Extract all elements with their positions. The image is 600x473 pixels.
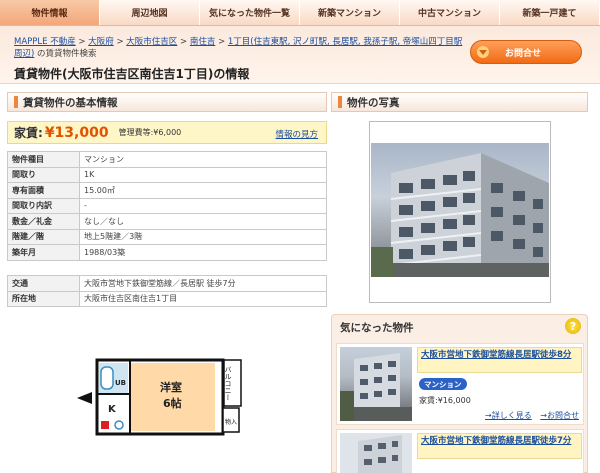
favorite-detail-link[interactable]: →詳しく見る — [485, 411, 532, 420]
spec-key: 間取り内訳 — [7, 197, 80, 214]
kitchen-label: K — [108, 404, 117, 415]
table-row: 階建／階 地上5階建／3階 — [7, 228, 327, 245]
access-key: 所在地 — [7, 290, 80, 307]
tab-new-house[interactable]: 新築一戸建て — [500, 0, 600, 25]
spec-value: - — [79, 197, 327, 214]
favorite-inquiry-link[interactable]: →お問合せ — [540, 411, 579, 420]
spec-key: 敷金／礼金 — [7, 213, 80, 230]
arrow-down-icon — [477, 46, 489, 58]
property-type-badge: マンション — [419, 378, 467, 390]
management-fee-value: ¥6,000 — [153, 128, 182, 137]
spec-table: 物件種目 マンション 間取り 1K 専有面積 15.00㎡ 間取り内訳 - 敷金／礼金な… — [7, 151, 327, 261]
table-row: 物件種目 マンション — [7, 151, 327, 168]
photo-header: 物件の写真 — [331, 92, 588, 112]
table-row: 専有面積 15.00㎡ — [7, 182, 327, 199]
rent-label: 家賃: — [14, 126, 43, 140]
spec-key: 築年月 — [7, 244, 80, 261]
bathtub-icon — [100, 366, 114, 390]
favorite-rent: 家賃:¥16,000 — [419, 395, 471, 406]
table-row: 間取り内訳 - — [7, 197, 327, 214]
favorite-thumbnail[interactable] — [340, 433, 412, 473]
tab-used-condo[interactable]: 中古マンション — [400, 0, 500, 25]
breadcrumb-separator: > — [180, 37, 188, 47]
breadcrumb-separator: > — [78, 37, 86, 47]
inquiry-button[interactable]: お問合せ — [470, 40, 582, 64]
breadcrumb-separator: > — [116, 37, 124, 47]
building-thumbnail-image — [340, 353, 412, 421]
basic-info-title: 賃貸物件の基本情報 — [23, 96, 118, 109]
spec-key: 専有面積 — [7, 182, 80, 199]
floor-plan: UB K 洋室 6帖 バルコニー 物入 — [77, 358, 242, 436]
tab-favorites-list[interactable]: 気になった物件一覧 — [200, 0, 300, 25]
favorite-thumbnail[interactable] — [340, 347, 412, 421]
spec-value: 地上5階建／3階 — [79, 228, 327, 245]
favorite-title-link[interactable]: 大阪市営地下鉄御堂筋線長居駅徒歩7分 — [417, 433, 582, 459]
breadcrumb-separator: > — [218, 37, 226, 47]
table-row: 所在地 大阪市住吉区南住吉1丁目 — [7, 290, 327, 307]
basic-info-header: 賃貸物件の基本情報 — [7, 92, 327, 112]
favorites-panel: 気になった物件 ? 大阪市営地下鉄御堂筋線長居駅徒歩8分 マンション 家賃:¥1… — [331, 314, 588, 473]
building-thumbnail-image — [340, 433, 412, 473]
breadcrumb-prefecture[interactable]: 大阪府 — [88, 37, 114, 47]
spec-key: 階建／階 — [7, 228, 80, 245]
info-guide-link[interactable]: 情報の見方 — [275, 128, 318, 140]
spec-value: マンション — [79, 151, 327, 168]
table-row: 間取り 1K — [7, 166, 327, 183]
bath-label: UB — [115, 379, 126, 387]
spec-key: 間取り — [7, 166, 80, 183]
favorite-title-link[interactable]: 大阪市営地下鉄御堂筋線長居駅徒歩8分 — [417, 347, 582, 373]
favorite-item: 大阪市営地下鉄御堂筋線長居駅徒歩7分 — [336, 429, 584, 473]
access-value: 大阪市住吉区南住吉1丁目 — [79, 290, 327, 307]
stove-icon — [101, 421, 109, 429]
table-row: 敷金／礼金 なし／なし — [7, 213, 327, 230]
property-photo[interactable] — [371, 143, 549, 277]
tab-area-map[interactable]: 周辺地図 — [100, 0, 200, 25]
top-nav: 物件情報 周辺地図 気になった物件一覧 新築マンション 中古マンション 新築一戸… — [0, 0, 600, 26]
table-row: 築年月 1988/03築 — [7, 244, 327, 261]
spec-value: 15.00㎡ — [79, 182, 327, 199]
favorite-rent-label: 家賃: — [419, 396, 438, 405]
favorite-links: →詳しく見る →お問合せ — [479, 410, 579, 421]
spec-value: 1K — [79, 166, 327, 183]
balcony-label: バルコニー — [224, 366, 232, 401]
entrance-arrow-icon — [77, 392, 92, 404]
management-fee-label: 管理費等: — [118, 128, 154, 137]
spec-key: 物件種目 — [7, 151, 80, 168]
favorite-item: 大阪市営地下鉄御堂筋線長居駅徒歩8分 マンション 家賃:¥16,000 →詳しく… — [336, 343, 584, 425]
table-row: 交通 大阪市営地下鉄御堂筋線／長居駅 徒歩7分 — [7, 275, 327, 292]
spec-value: なし／なし — [79, 213, 327, 230]
building-image — [371, 153, 549, 277]
breadcrumb-town[interactable]: 南住吉 — [190, 37, 216, 47]
page-header: MAPPLE 不動産 > 大阪府 > 大阪市住吉区 > 南住吉 > 1丁目(住吉… — [0, 26, 600, 84]
access-key: 交通 — [7, 275, 80, 292]
breadcrumb: MAPPLE 不動産 > 大阪府 > 大阪市住吉区 > 南住吉 > 1丁目(住吉… — [14, 36, 464, 60]
property-photo-frame — [369, 121, 551, 303]
access-value: 大阪市営地下鉄御堂筋線／長居駅 徒歩7分 — [79, 275, 327, 292]
access-table: 交通 大阪市営地下鉄御堂筋線／長居駅 徒歩7分 所在地 大阪市住吉区南住吉1丁目 — [7, 275, 327, 307]
page-title: 賃貸物件(大阪市住吉区南住吉1丁目)の情報 — [14, 67, 250, 81]
favorites-title: 気になった物件 — [340, 321, 414, 334]
breadcrumb-suffix: の賃貸物件検索 — [37, 49, 97, 59]
rent-value: ¥13,000 — [44, 124, 109, 141]
inquiry-button-label: お問合せ — [505, 48, 542, 59]
favorite-rent-value: ¥16,000 — [437, 396, 471, 405]
tab-new-condo[interactable]: 新築マンション — [300, 0, 400, 25]
room-size: 6帖 — [163, 396, 182, 410]
storage-label: 物入 — [225, 418, 237, 426]
photo-title: 物件の写真 — [347, 96, 400, 109]
room-label: 洋室 — [160, 380, 182, 394]
help-icon[interactable]: ? — [565, 318, 581, 334]
sink-icon — [114, 420, 124, 430]
favorites-header: 気になった物件 ? — [332, 315, 587, 339]
spec-value: 1988/03築 — [79, 244, 327, 261]
breadcrumb-ward[interactable]: 大阪市住吉区 — [126, 37, 177, 47]
breadcrumb-home[interactable]: MAPPLE 不動産 — [14, 37, 76, 47]
tab-property-info[interactable]: 物件情報 — [0, 0, 100, 25]
rent-bar: 家賃: ¥13,000 管理費等: ¥6,000 情報の見方 — [7, 121, 327, 144]
